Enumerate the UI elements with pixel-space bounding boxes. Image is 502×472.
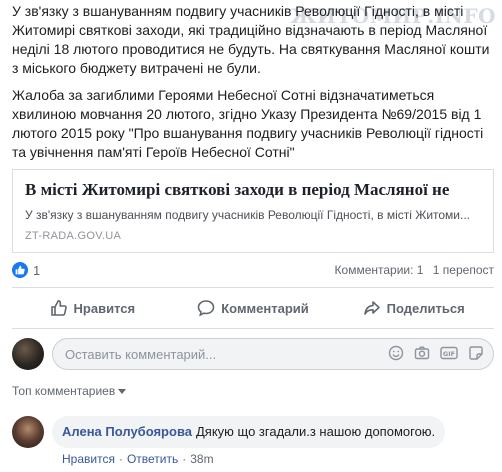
- composer-icons: GIF: [388, 345, 484, 361]
- comment-actions: Нравится · Ответить · 38m: [62, 452, 214, 466]
- comment-author[interactable]: Алена Полубоярова: [62, 424, 192, 439]
- sticker-icon[interactable]: [468, 345, 484, 361]
- post-paragraph: У зв'язку з вшануванням подвигу учасникі…: [12, 3, 490, 76]
- link-description: У зв'язку з вшануванням подвигу учасникі…: [25, 208, 471, 222]
- comment-like-link[interactable]: Нравится: [62, 452, 115, 466]
- like-button-label: Нравится: [73, 300, 136, 316]
- avatar[interactable]: [12, 338, 44, 370]
- comments-sort-dropdown[interactable]: Топ комментариев: [12, 384, 127, 398]
- camera-icon[interactable]: [414, 345, 430, 361]
- like-count[interactable]: 1: [33, 263, 40, 278]
- like-button[interactable]: Нравится: [12, 292, 173, 324]
- svg-text:GIF: GIF: [443, 350, 455, 358]
- share-button-label: Поделиться: [386, 300, 465, 316]
- comment-reply-link[interactable]: Ответить: [127, 452, 178, 466]
- thumbs-up-icon[interactable]: [12, 262, 28, 278]
- comment-button-label: Комментарий: [221, 300, 309, 316]
- link-domain: ZT-RADA.GOV.UA: [25, 230, 122, 242]
- speech-bubble-icon: [197, 300, 215, 317]
- post-paragraph: Жалоба за загиблими Героями Небесної Сот…: [12, 87, 484, 160]
- avatar[interactable]: [12, 416, 44, 448]
- post-stats: 1 Комментарии: 1 1 перепост: [12, 261, 494, 281]
- thumbs-up-outline-icon: [50, 299, 67, 316]
- caret-down-icon: [118, 389, 127, 395]
- smiley-icon[interactable]: [388, 345, 404, 361]
- link-preview-card[interactable]: В місті Житомирі святкові заходи в періо…: [12, 169, 494, 253]
- link-title[interactable]: В місті Житомирі святкові заходи в періо…: [25, 180, 493, 200]
- divider: [12, 328, 494, 329]
- separator-dot: ·: [182, 452, 187, 466]
- comment-bubble: Алена Полубоярова Дякую що згадали.з нашо…: [52, 416, 446, 448]
- divider: [12, 287, 494, 288]
- post-text: У зв'язку з вшануванням подвигу учасникі…: [12, 2, 494, 170]
- separator-dot: ·: [118, 452, 123, 466]
- share-button[interactable]: Поделиться: [333, 292, 494, 324]
- comment-button[interactable]: Комментарий: [173, 292, 334, 324]
- comment-time[interactable]: 38m: [190, 452, 213, 466]
- share-arrow-icon: [363, 301, 380, 315]
- comment-text: Дякую що згадали.з нашою допомогою.: [196, 424, 436, 439]
- comments-sort-label: Топ комментариев: [12, 384, 116, 398]
- shares-count[interactable]: 1 перепост: [433, 263, 494, 277]
- comment-composer: GIF: [12, 336, 494, 372]
- comments-count[interactable]: Комментарии: 1: [335, 263, 424, 277]
- post-actions: Нравится Комментарий Поделиться: [12, 292, 494, 324]
- gif-icon[interactable]: GIF: [440, 345, 458, 361]
